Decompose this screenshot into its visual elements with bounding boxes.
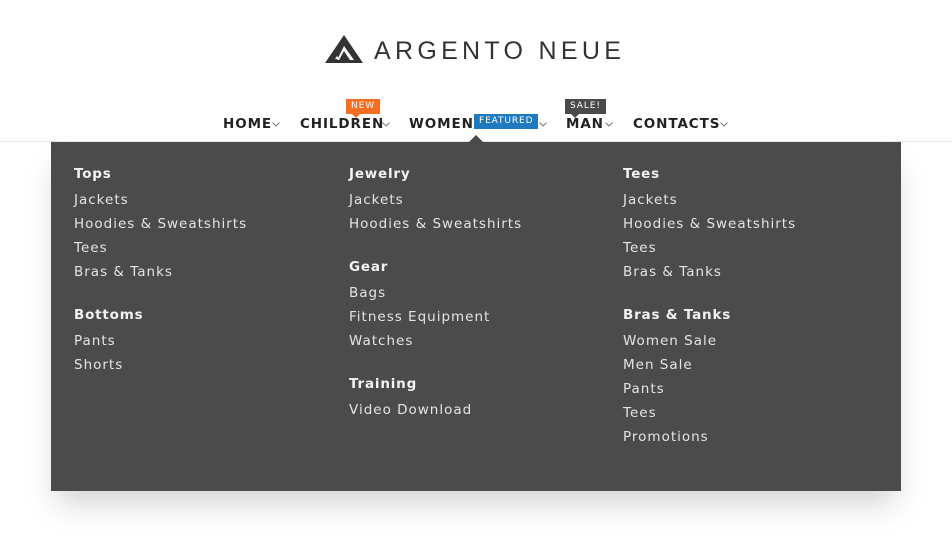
group-title-gear[interactable]: Gear [349, 259, 388, 275]
active-menu-pointer [469, 135, 483, 142]
chevron-down-icon [272, 122, 280, 127]
group-title-tops[interactable]: Tops [74, 166, 112, 182]
menu-link[interactable]: Video Download [349, 402, 472, 418]
menu-link[interactable]: Watches [349, 333, 413, 349]
menu-link[interactable]: Pants [74, 333, 116, 349]
menu-link[interactable]: Men Sale [623, 357, 693, 373]
new-badge: NEW [346, 99, 381, 118]
chevron-down-icon [720, 122, 728, 127]
group-title-bottoms[interactable]: Bottoms [74, 307, 143, 323]
menu-link[interactable]: Tees [623, 405, 657, 421]
nav-item-children[interactable]: CHILDREN [300, 113, 384, 135]
chevron-down-icon [382, 122, 390, 127]
nav-item-contacts[interactable]: CONTACTS [633, 113, 720, 135]
site-logo[interactable]: ARGENTO NEUE [0, 34, 952, 66]
menu-link[interactable]: Tees [74, 240, 108, 256]
menu-link[interactable]: Fitness Equipment [349, 309, 490, 325]
menu-link[interactable]: Bras & Tanks [623, 264, 722, 280]
brand-name: ARGENTO NEUE [374, 37, 626, 65]
menu-link[interactable]: Women Sale [623, 333, 717, 349]
menu-link[interactable]: Jackets [623, 192, 678, 208]
menu-link[interactable]: Tees [623, 240, 657, 256]
nav-item-women[interactable]: WOMEN [409, 113, 474, 135]
nav-item-label: CHILDREN [300, 116, 385, 132]
chevron-down-icon [539, 122, 547, 127]
nav-item-label: WOMEN [409, 116, 474, 132]
group-title-training[interactable]: Training [349, 376, 417, 392]
menu-link[interactable]: Hoodies & Sweatshirts [623, 216, 796, 232]
menu-link[interactable]: Jackets [349, 192, 404, 208]
nav-item-home[interactable]: HOME [223, 113, 272, 135]
menu-link[interactable]: Shorts [74, 357, 123, 373]
nav-item-label: CONTACTS [633, 116, 721, 132]
women-mega-menu: Tops Jackets Hoodies & Sweatshirts Tees … [51, 142, 901, 491]
nav-item-label: MAN [566, 116, 604, 132]
menu-link[interactable]: Jackets [74, 192, 129, 208]
chevron-down-icon [605, 122, 613, 127]
group-title-jewelry[interactable]: Jewelry [349, 166, 411, 182]
group-title-bras-tanks[interactable]: Bras & Tanks [623, 307, 731, 323]
menu-link[interactable]: Bras & Tanks [74, 264, 173, 280]
menu-link[interactable]: Bags [349, 285, 386, 301]
nav-item-label: HOME [223, 116, 273, 132]
argento-logo-icon [325, 35, 363, 63]
menu-link[interactable]: Hoodies & Sweatshirts [349, 216, 522, 232]
featured-badge: FEATURED [474, 114, 539, 129]
sale-badge: SALE! [565, 99, 606, 118]
menu-link[interactable]: Pants [623, 381, 665, 397]
group-title-tees[interactable]: Tees [623, 166, 660, 182]
menu-link[interactable]: Hoodies & Sweatshirts [74, 216, 247, 232]
menu-link[interactable]: Promotions [623, 429, 709, 445]
